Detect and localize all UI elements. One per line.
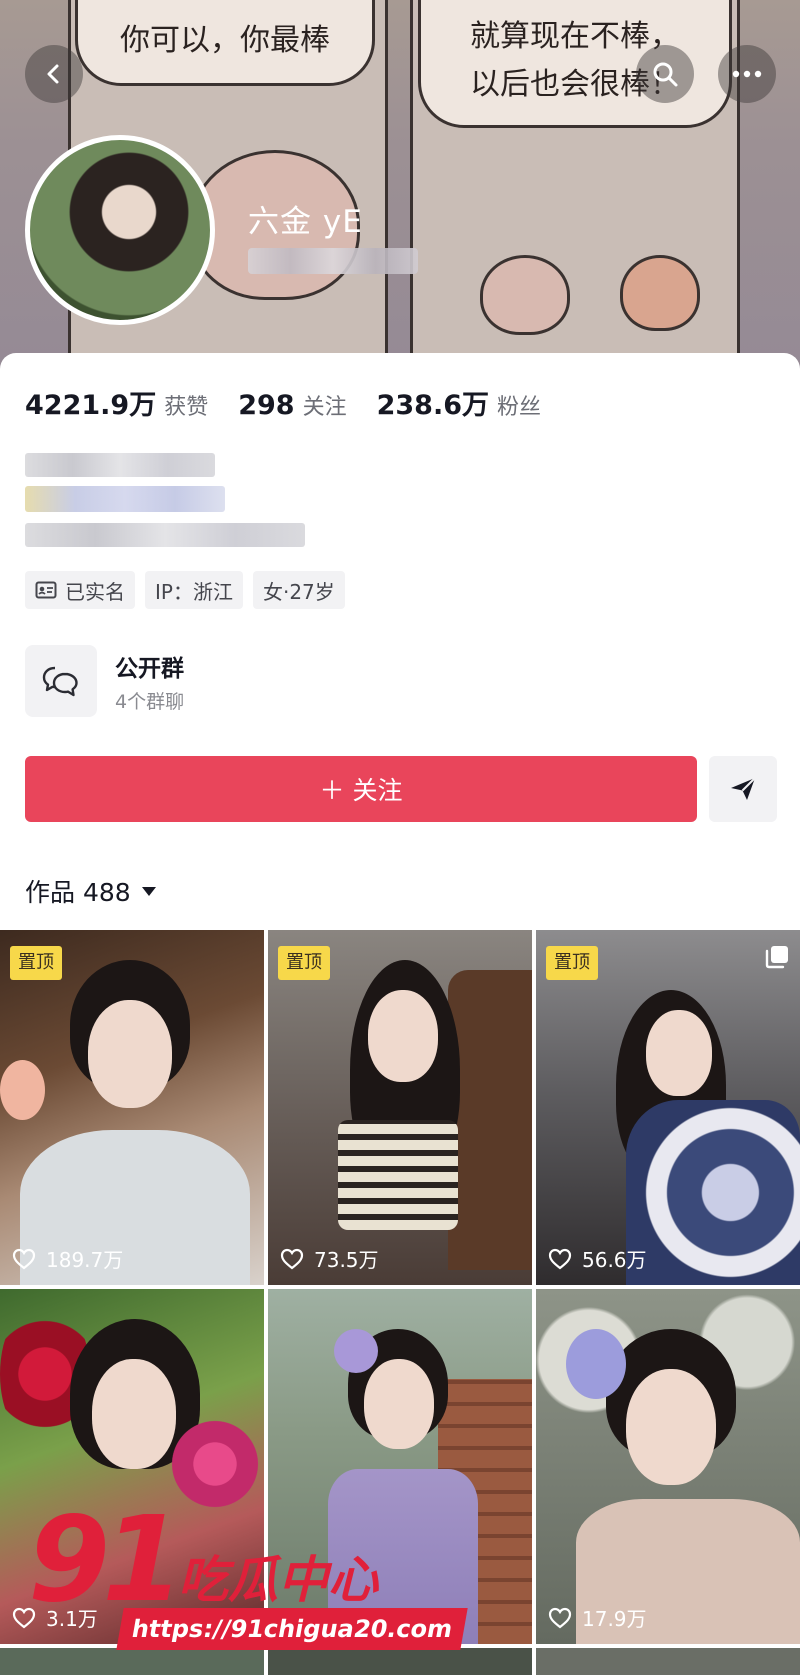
heart-icon (548, 1248, 572, 1269)
works-label: 作品 488 (25, 878, 131, 907)
post-tile[interactable]: 17.9万 (536, 1289, 800, 1644)
likes-count: 4221.9万 (25, 390, 157, 421)
back-button[interactable] (25, 45, 83, 103)
tag-ip-label: IP：浙江 (155, 579, 233, 604)
watermark-name: 吃瓜中心 (178, 1551, 378, 1609)
post-likes: 56.6万 (548, 1244, 647, 1273)
heart-icon (548, 1607, 572, 1628)
more-options-button[interactable] (718, 45, 776, 103)
more-dots-icon (732, 70, 762, 78)
watermark-logo: 91 (28, 1490, 184, 1628)
bio-line-blurred (25, 486, 225, 512)
profile-tags: 已实名 IP：浙江 女·27岁 (25, 571, 355, 609)
followers-count[interactable]: 238.6万 (377, 383, 489, 422)
paper-plane-icon (731, 777, 756, 800)
group-count: 4个群聊 (115, 691, 185, 713)
chevron-left-icon (47, 64, 59, 84)
post-likes-count: 73.5万 (314, 1248, 379, 1272)
pinned-badge: 置顶 (546, 946, 598, 980)
post-likes: 73.5万 (280, 1244, 379, 1273)
likes-label: 获赞 (164, 395, 209, 420)
followers-label[interactable]: 粉丝 (497, 389, 541, 421)
public-group-entry[interactable]: 公开群 4个群聊 (25, 645, 425, 725)
watermark: 91 吃瓜中心 https://91chigua20.com (28, 1490, 468, 1660)
post-tile[interactable] (536, 1648, 800, 1675)
post-photo (0, 1060, 45, 1120)
post-photo (92, 1359, 176, 1469)
post-photo (646, 1010, 712, 1096)
bio-line-blurred (25, 453, 215, 477)
works-tab[interactable]: 作品 488 (25, 873, 157, 909)
tag-verified: 已实名 (25, 571, 135, 609)
tag-gender-age: 女·27岁 (252, 571, 345, 609)
heart-icon (280, 1248, 304, 1269)
following-label[interactable]: 关注 (303, 389, 347, 421)
post-photo (88, 1000, 172, 1108)
pinned-badge: 置顶 (278, 946, 330, 980)
post-photo (626, 1100, 800, 1285)
post-photo (368, 990, 438, 1082)
speech-bubble-left: 你可以，你最棒 (75, 0, 375, 86)
user-id-blurred (248, 248, 418, 274)
following-count[interactable]: 298 (238, 390, 294, 421)
stats-row: 4221.9万 获赞 298 关注 238.6万 粉丝 (25, 383, 571, 422)
post-photo (338, 1120, 458, 1230)
chat-bubbles-icon (25, 645, 97, 717)
post-photo (626, 1369, 716, 1485)
heart-icon (12, 1248, 36, 1269)
post-tile[interactable]: 置顶 56.6万 (536, 930, 800, 1285)
post-photo (334, 1329, 378, 1373)
follow-button[interactable]: ＋ 关注 (25, 756, 697, 822)
post-likes: 189.7万 (12, 1244, 123, 1273)
post-photo (448, 970, 532, 1270)
multi-image-icon (764, 944, 790, 974)
bio-line-blurred (25, 523, 305, 547)
post-likes-count: 56.6万 (582, 1248, 647, 1272)
post-photo (566, 1329, 626, 1399)
tag-ip-location: IP：浙江 (145, 571, 243, 609)
post-likes: 17.9万 (548, 1603, 647, 1632)
post-tile[interactable]: 置顶 189.7万 (0, 930, 264, 1285)
group-title: 公开群 (115, 656, 184, 682)
profile-card: 4221.9万 获赞 298 关注 238.6万 粉丝 已实名 IP：浙江 女·… (0, 353, 800, 933)
tag-verified-label: 已实名 (65, 579, 125, 604)
post-photo (364, 1359, 434, 1449)
post-likes-count: 17.9万 (582, 1607, 647, 1631)
post-tile[interactable]: 置顶 73.5万 (268, 930, 532, 1285)
search-icon (653, 62, 678, 87)
id-card-icon (35, 581, 57, 599)
search-button[interactable] (636, 45, 694, 103)
share-button[interactable] (709, 756, 777, 822)
watermark-url: https://91chigua20.com (116, 1608, 468, 1650)
avatar[interactable] (25, 135, 215, 325)
post-likes-count: 189.7万 (46, 1248, 124, 1272)
cartoon-dog-small (620, 255, 700, 331)
cartoon-pig-small (480, 255, 570, 335)
tag-gender-age-label: 女·27岁 (262, 579, 335, 604)
username: 六金 yE (248, 204, 363, 240)
pinned-badge: 置顶 (10, 946, 62, 980)
caret-down-icon (141, 885, 157, 897)
